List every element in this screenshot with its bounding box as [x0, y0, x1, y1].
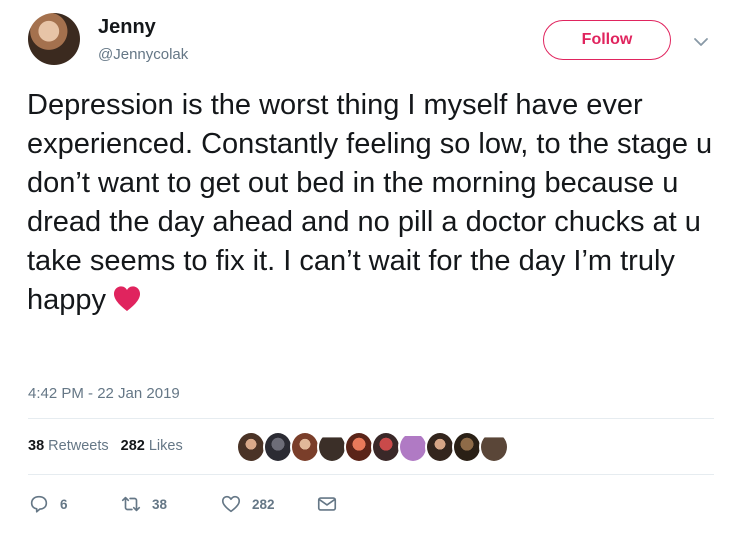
liker-avatar[interactable] — [479, 431, 509, 463]
follow-button[interactable]: Follow — [543, 20, 671, 60]
liker-avatar[interactable] — [425, 431, 455, 463]
liker-avatar[interactable] — [452, 431, 482, 463]
reply-icon — [30, 495, 48, 513]
divider-bottom — [28, 474, 714, 475]
liker-avatar[interactable] — [398, 431, 428, 463]
retweets-label: Retweets — [48, 438, 109, 454]
red-heart-icon — [113, 286, 141, 312]
divider-top — [28, 418, 714, 419]
dm-action[interactable] — [316, 493, 348, 515]
user-name[interactable]: Jenny — [98, 16, 156, 39]
caret-icon[interactable] — [693, 36, 709, 48]
tweet-stats: 38 Retweets 282 Likes — [28, 438, 183, 454]
avatar[interactable] — [28, 13, 80, 65]
reply-count: 6 — [60, 496, 68, 512]
tweet-text: Depression is the worst thing I myself h… — [27, 86, 727, 320]
likes-stat[interactable]: 282 Likes — [121, 438, 183, 454]
liker-avatar[interactable] — [263, 431, 293, 463]
like-count: 282 — [252, 496, 275, 512]
liker-avatar[interactable] — [317, 431, 347, 463]
retweet-icon — [121, 496, 141, 512]
liker-avatar[interactable] — [290, 431, 320, 463]
user-handle[interactable]: @Jennycolak — [98, 46, 188, 63]
tweet-body: Depression is the worst thing I myself h… — [27, 89, 713, 316]
retweet-count: 38 — [152, 496, 168, 512]
likes-label: Likes — [148, 438, 183, 454]
retweet-action[interactable]: 38 — [120, 493, 220, 515]
liker-avatar[interactable] — [236, 431, 266, 463]
like-icon — [221, 495, 241, 513]
tweet-actions: 6 38 282 — [28, 493, 348, 515]
reply-action[interactable]: 6 — [28, 493, 120, 515]
likes-count: 282 — [120, 438, 145, 454]
tweet-timestamp[interactable]: 4:42 PM - 22 Jan 2019 — [28, 385, 180, 402]
liker-avatar[interactable] — [371, 431, 401, 463]
retweets-stat[interactable]: 38 Retweets — [28, 438, 109, 454]
dm-icon — [317, 497, 337, 511]
liker-avatars — [236, 431, 509, 465]
retweets-count: 38 — [28, 438, 45, 454]
like-action[interactable]: 282 — [220, 493, 316, 515]
liker-avatar[interactable] — [344, 431, 374, 463]
